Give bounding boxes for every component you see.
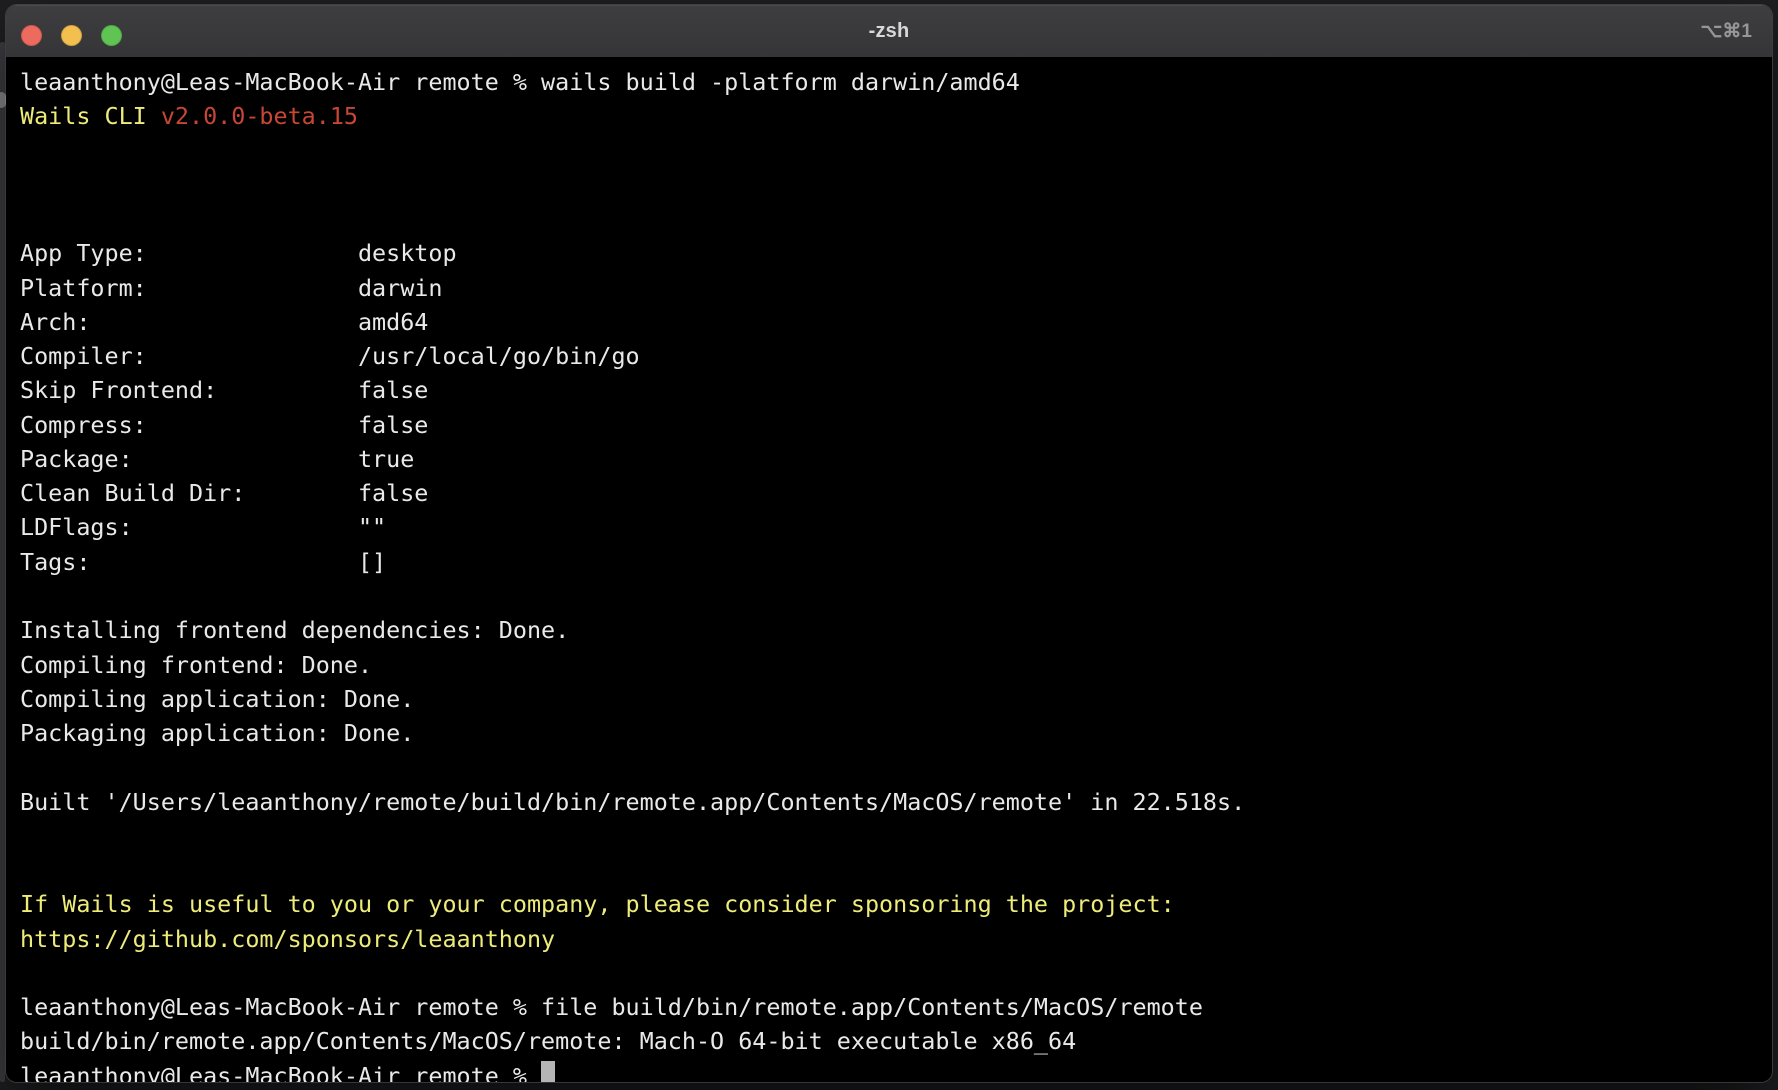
terminal-line: https://github.com/sponsors/leaanthony — [20, 922, 1772, 956]
minimize-button[interactable] — [61, 25, 82, 46]
terminal-line: Clean Build Dir: false — [20, 476, 1772, 510]
terminal-text: v2.0.0-beta.15 — [161, 102, 358, 130]
terminal-line — [20, 168, 1772, 202]
terminal-line: Wails CLI v2.0.0-beta.15 — [20, 99, 1772, 133]
terminal-text: leaanthony@Leas-MacBook-Air remote % — [20, 1062, 541, 1082]
terminal-text: Clean Build Dir: false — [20, 479, 428, 507]
terminal-text: Compiling frontend: Done. — [20, 651, 372, 679]
terminal-line: Installing frontend dependencies: Done. — [20, 613, 1772, 647]
terminal-window: -zsh ⌥⌘1 leaanthony@Leas-MacBook-Air rem… — [6, 5, 1772, 1082]
terminal-line: Tags: [] — [20, 545, 1772, 579]
zoom-button[interactable] — [101, 25, 122, 46]
close-button[interactable] — [21, 25, 42, 46]
terminal-line: leaanthony@Leas-MacBook-Air remote % fil… — [20, 990, 1772, 1024]
terminal-text: leaanthony@Leas-MacBook-Air remote % fil… — [20, 993, 1203, 1021]
terminal-text: Wails CLI — [20, 102, 161, 130]
terminal-text: Built '/Users/leaanthony/remote/build/bi… — [20, 788, 1245, 816]
window-shortcut-badge: ⌥⌘1 — [1701, 5, 1752, 57]
terminal-line: If Wails is useful to you or your compan… — [20, 887, 1772, 921]
terminal-text: Compress: false — [20, 411, 428, 439]
terminal-line: Arch: amd64 — [20, 305, 1772, 339]
terminal-line: Compress: false — [20, 408, 1772, 442]
terminal-line — [20, 750, 1772, 784]
terminal-line: Platform: darwin — [20, 271, 1772, 305]
terminal-line: Built '/Users/leaanthony/remote/build/bi… — [20, 785, 1772, 819]
terminal-line: Compiling application: Done. — [20, 682, 1772, 716]
terminal-line — [20, 134, 1772, 168]
terminal-text: LDFlags: "" — [20, 513, 386, 541]
terminal-text: build/bin/remote.app/Contents/MacOS/remo… — [20, 1027, 1076, 1055]
terminal-text: Skip Frontend: false — [20, 376, 428, 404]
terminal-line — [20, 202, 1772, 236]
terminal-line — [20, 819, 1772, 853]
desktop: -zsh ⌥⌘1 leaanthony@Leas-MacBook-Air rem… — [0, 0, 1778, 1090]
terminal-text: Compiler: /usr/local/go/bin/go — [20, 342, 640, 370]
terminal-text: Installing frontend dependencies: Done. — [20, 616, 569, 644]
sponsor-link[interactable]: https://github.com/sponsors/leaanthony — [20, 925, 555, 953]
terminal-line: Compiler: /usr/local/go/bin/go — [20, 339, 1772, 373]
window-title: -zsh — [6, 5, 1772, 57]
terminal-line — [20, 853, 1772, 887]
title-bar[interactable]: -zsh ⌥⌘1 — [6, 5, 1772, 57]
terminal-text: Tags: [] — [20, 548, 386, 576]
terminal-text: If Wails is useful to you or your compan… — [20, 890, 1175, 918]
terminal-line: Packaging application: Done. — [20, 716, 1772, 750]
terminal-text: Package: true — [20, 445, 414, 473]
terminal-line — [20, 579, 1772, 613]
terminal-text: App Type: desktop — [20, 239, 457, 267]
terminal-line: Skip Frontend: false — [20, 373, 1772, 407]
traffic-lights — [21, 25, 122, 46]
terminal-text: Compiling application: Done. — [20, 685, 414, 713]
terminal-text: Packaging application: Done. — [20, 719, 414, 747]
terminal-line: leaanthony@Leas-MacBook-Air remote % — [20, 1059, 1772, 1082]
terminal-text: Arch: amd64 — [20, 308, 428, 336]
terminal-line: leaanthony@Leas-MacBook-Air remote % wai… — [20, 65, 1772, 99]
terminal-text: Platform: darwin — [20, 274, 442, 302]
terminal-line — [20, 956, 1772, 990]
terminal-text: leaanthony@Leas-MacBook-Air remote % wai… — [20, 68, 1020, 96]
terminal-output[interactable]: leaanthony@Leas-MacBook-Air remote % wai… — [6, 57, 1772, 1082]
terminal-line: build/bin/remote.app/Contents/MacOS/remo… — [20, 1024, 1772, 1058]
background-window-edge — [0, 42, 5, 1082]
terminal-line: App Type: desktop — [20, 236, 1772, 270]
terminal-line: Compiling frontend: Done. — [20, 648, 1772, 682]
terminal-line: LDFlags: "" — [20, 510, 1772, 544]
terminal-line: Package: true — [20, 442, 1772, 476]
terminal-cursor — [541, 1061, 555, 1082]
